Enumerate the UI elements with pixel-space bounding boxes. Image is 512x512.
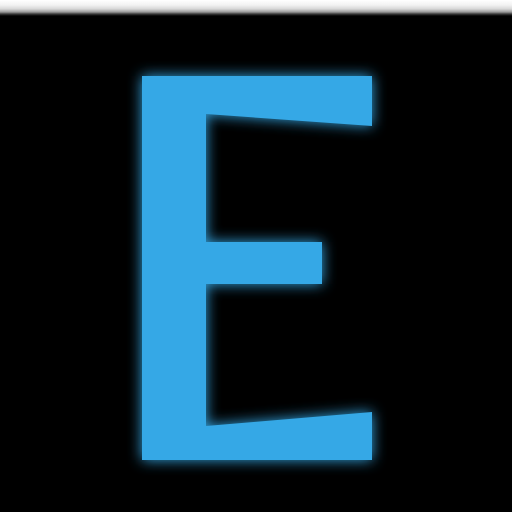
window-top-edge: [0, 0, 512, 16]
icon-letter-label: E: [256, 495, 257, 497]
letter-e-glyph: [142, 76, 372, 460]
zoomed-icon-view: E: [0, 0, 512, 512]
letter-e-icon: E: [142, 76, 372, 497]
app-icon-tile: E: [0, 16, 512, 512]
